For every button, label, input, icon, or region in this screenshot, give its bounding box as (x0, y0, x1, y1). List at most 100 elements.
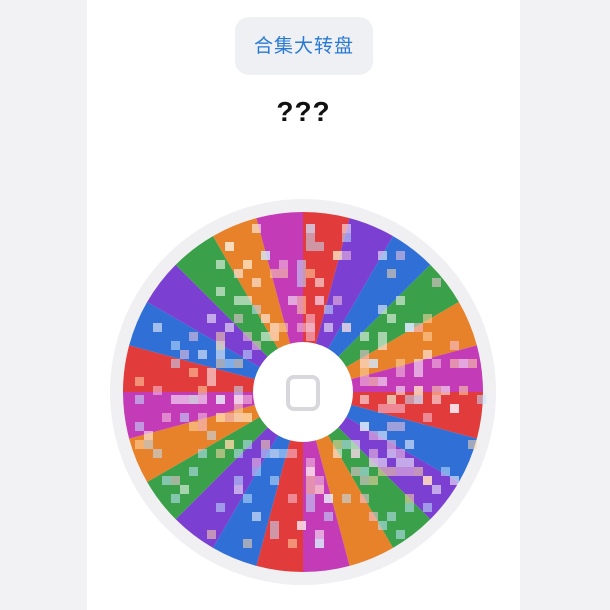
texture-pixel (324, 512, 333, 521)
texture-pixel (288, 449, 297, 458)
texture-pixel (198, 449, 207, 458)
texture-pixel (306, 242, 315, 251)
texture-pixel (405, 323, 414, 332)
texture-pixel (333, 440, 342, 449)
texture-pixel (405, 440, 414, 449)
texture-pixel (360, 467, 369, 476)
texture-pixel (198, 395, 207, 404)
texture-pixel (315, 530, 324, 539)
texture-pixel (405, 494, 414, 503)
texture-pixel (198, 422, 207, 431)
texture-pixel (243, 332, 252, 341)
texture-pixel (216, 260, 225, 269)
texture-pixel (207, 431, 216, 440)
texture-pixel (153, 323, 162, 332)
texture-pixel (450, 359, 459, 368)
prize-wheel[interactable] (108, 197, 498, 587)
texture-pixel (396, 467, 405, 476)
app-screen: 合集大转盘 ??? (87, 0, 520, 610)
texture-pixel (414, 368, 423, 377)
texture-pixel (180, 485, 189, 494)
texture-pixel (189, 422, 198, 431)
texture-pixel (270, 521, 279, 530)
texture-pixel (360, 395, 369, 404)
texture-pixel (225, 359, 234, 368)
texture-pixel (225, 242, 234, 251)
texture-pixel (387, 395, 396, 404)
texture-pixel (297, 296, 306, 305)
texture-pixel (261, 440, 270, 449)
texture-pixel (360, 359, 369, 368)
texture-pixel (414, 467, 423, 476)
texture-pixel (423, 476, 432, 485)
texture-pixel (252, 458, 261, 467)
texture-pixel (261, 449, 270, 458)
texture-pixel (252, 305, 261, 314)
texture-pixel (216, 359, 225, 368)
prize-wheel-graphic[interactable] (108, 197, 498, 587)
texture-pixel (450, 404, 459, 413)
texture-pixel (234, 404, 243, 413)
texture-pixel (306, 332, 315, 341)
texture-pixel (342, 251, 351, 260)
texture-pixel (180, 395, 189, 404)
texture-pixel (243, 413, 252, 422)
texture-pixel (270, 530, 279, 539)
texture-pixel (234, 485, 243, 494)
texture-pixel (306, 476, 315, 485)
texture-pixel (396, 422, 405, 431)
texture-pixel (378, 377, 387, 386)
texture-pixel (270, 476, 279, 485)
texture-pixel (387, 269, 396, 278)
texture-pixel (315, 296, 324, 305)
texture-pixel (405, 395, 414, 404)
texture-pixel (243, 440, 252, 449)
texture-pixel (198, 413, 207, 422)
texture-pixel (288, 494, 297, 503)
texture-pixel (198, 350, 207, 359)
texture-pixel (171, 494, 180, 503)
texture-pixel (180, 350, 189, 359)
texture-pixel (387, 512, 396, 521)
texture-pixel (297, 323, 306, 332)
texture-pixel (297, 269, 306, 278)
texture-pixel (387, 440, 396, 449)
texture-pixel (423, 332, 432, 341)
texture-pixel (234, 296, 243, 305)
texture-pixel (414, 323, 423, 332)
texture-pixel (252, 512, 261, 521)
collection-wheel-button[interactable]: 合集大转盘 (235, 17, 373, 75)
texture-pixel (423, 350, 432, 359)
texture-pixel (369, 476, 378, 485)
texture-pixel (324, 323, 333, 332)
texture-pixel (288, 539, 297, 548)
texture-pixel (369, 512, 378, 521)
texture-pixel (306, 224, 315, 233)
texture-pixel (360, 422, 369, 431)
texture-pixel (144, 440, 153, 449)
texture-pixel (468, 359, 477, 368)
texture-pixel (162, 476, 171, 485)
texture-pixel (270, 449, 279, 458)
texture-pixel (252, 341, 261, 350)
texture-pixel (324, 494, 333, 503)
texture-pixel (306, 233, 315, 242)
texture-pixel (135, 440, 144, 449)
texture-pixel (396, 296, 405, 305)
texture-pixel (234, 449, 243, 458)
wheel-hub[interactable] (253, 342, 353, 442)
texture-pixel (315, 539, 324, 548)
texture-pixel (225, 440, 234, 449)
texture-pixel (351, 440, 360, 449)
texture-pixel (216, 395, 225, 404)
texture-pixel (405, 503, 414, 512)
texture-pixel (396, 458, 405, 467)
texture-pixel (423, 503, 432, 512)
texture-pixel (387, 404, 396, 413)
texture-pixel (342, 440, 351, 449)
texture-pixel (342, 233, 351, 242)
texture-pixel (252, 467, 261, 476)
texture-pixel (162, 413, 171, 422)
texture-pixel (189, 332, 198, 341)
texture-pixel (387, 314, 396, 323)
